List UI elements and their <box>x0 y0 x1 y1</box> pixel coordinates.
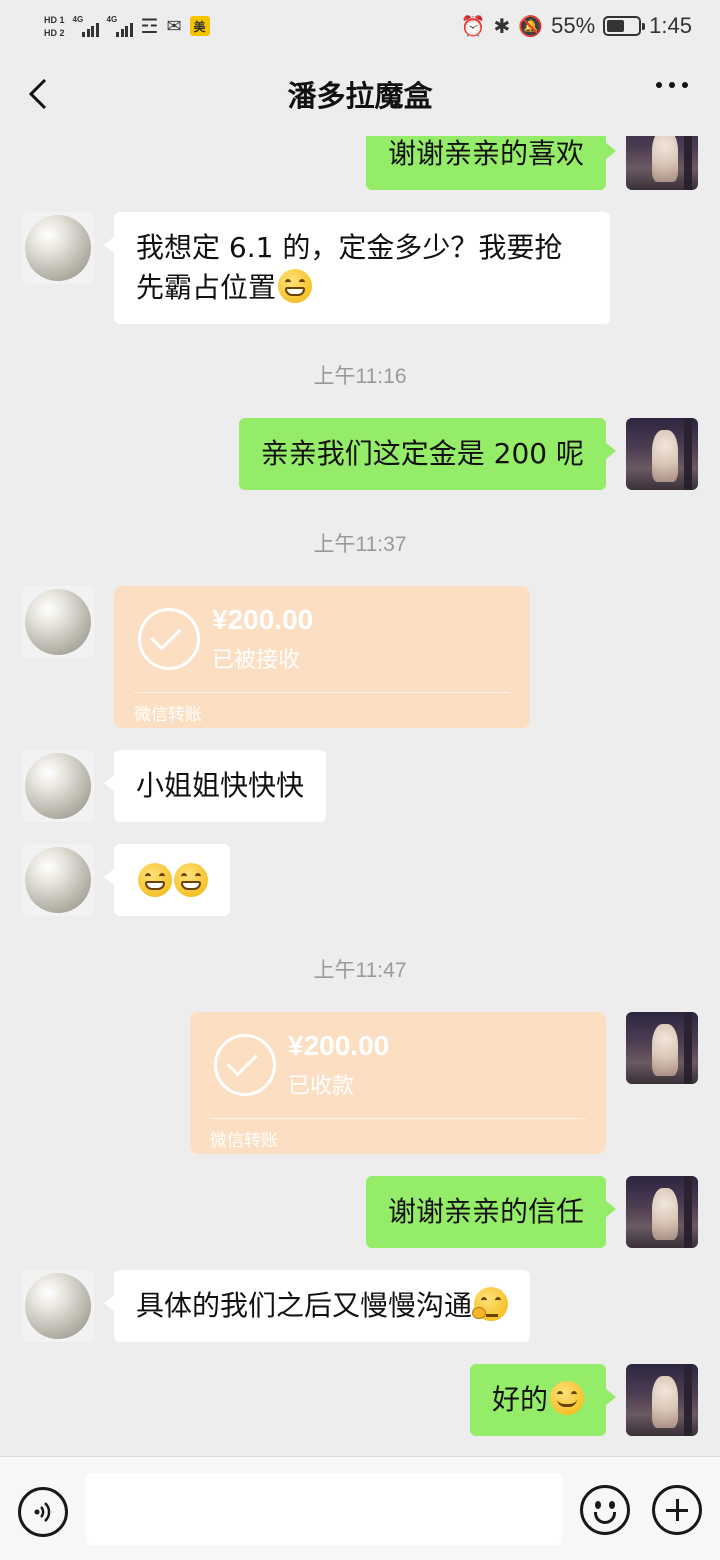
hd2-label: HD 2 <box>44 27 65 38</box>
hd-indicator: HD 1 HD 2 <box>44 15 65 38</box>
transfer-amount: ¥200.00 <box>212 604 314 635</box>
chevron-left-icon <box>28 78 47 110</box>
status-left: HD 1 HD 2 4G 4G ☲ ✉ 美 <box>44 14 210 39</box>
timestamp: 上午11:16 <box>313 365 407 388</box>
contact-avatar[interactable] <box>22 844 94 916</box>
wifi-icon: ☲ <box>140 15 159 38</box>
more-options-button[interactable] <box>656 82 688 88</box>
my-avatar[interactable] <box>626 1364 698 1436</box>
status-right: ⏰ ✱ 🔕 55% 1:45 <box>461 13 692 39</box>
transfer-status: 已收款 <box>288 1074 355 1099</box>
transfer-label: 微信转账 <box>210 1131 278 1151</box>
contact-avatar[interactable] <box>22 1270 94 1342</box>
transfer-divider <box>210 1118 586 1119</box>
message-text: 具体的我们之后又慢慢沟通 <box>136 1289 473 1322</box>
message-bubble[interactable]: 我想定 6.1 的，定金多少？我要抢先霸占位置 <box>104 212 610 324</box>
voice-icon <box>34 1502 51 1522</box>
grin-emoji-icon <box>278 269 313 303</box>
alarm-icon: ⏰ <box>460 15 486 38</box>
smile-emoji-icon <box>550 1381 584 1415</box>
my-avatar[interactable] <box>626 136 698 190</box>
my-avatar[interactable] <box>626 1176 698 1248</box>
timestamp: 上午11:37 <box>313 533 407 556</box>
grin-emoji-icon <box>138 863 172 897</box>
hd1-label: HD 1 <box>44 14 65 25</box>
check-circle-icon <box>214 1034 276 1096</box>
message-bubble[interactable]: 小姐姐快快快 <box>103 750 327 822</box>
message-input[interactable] <box>86 1473 562 1545</box>
battery-icon <box>603 16 646 36</box>
more-actions-button[interactable] <box>652 1485 702 1535</box>
message-text: 小姐姐快快快 <box>136 769 305 802</box>
timestamp: 上午11:47 <box>313 959 407 982</box>
battery-level <box>607 20 624 32</box>
message-text: 我想定 6.1 的，定金多少？我要抢先霸占位置 <box>136 231 563 304</box>
clock: 1:45 <box>649 13 692 38</box>
notification-icon: ✉ <box>166 15 182 36</box>
signal-icon: 4G <box>73 15 99 37</box>
message-text: 谢谢亲亲的喜欢 <box>387 137 584 170</box>
message-bubble[interactable]: 好的 <box>469 1364 617 1436</box>
emoji-button[interactable] <box>580 1485 630 1535</box>
transfer-amount: ¥200.00 <box>288 1030 390 1061</box>
mute-icon: 🔕 <box>518 15 544 38</box>
grin-emoji-icon <box>174 863 208 897</box>
smiley-face-icon <box>594 1512 616 1524</box>
status-bar: HD 1 HD 2 4G 4G ☲ ✉ 美 ⏰ ✱ 🔕 55% 1:45 <box>0 0 720 52</box>
my-avatar[interactable] <box>626 418 698 490</box>
chat-title: 潘多拉魔盒 <box>287 79 433 113</box>
voice-input-button[interactable] <box>18 1487 68 1537</box>
transfer-status: 已被接收 <box>212 648 301 673</box>
message-bubble[interactable]: 谢谢亲亲的喜欢 <box>365 136 617 190</box>
battery-percent: 55% <box>551 13 596 38</box>
transfer-card[interactable]: ¥200.00 已收款 微信转账 <box>190 1012 606 1154</box>
message-bubble[interactable]: 亲亲我们这定金是 200 呢 <box>238 418 617 490</box>
back-button[interactable] <box>20 74 56 114</box>
chat-header: 潘多拉魔盒 <box>0 52 720 136</box>
message-bubble[interactable]: 谢谢亲亲的信任 <box>365 1176 617 1248</box>
signal-icon-2: 4G <box>107 15 133 37</box>
transfer-label: 微信转账 <box>134 705 202 725</box>
check-circle-icon <box>138 608 200 670</box>
contact-avatar[interactable] <box>22 750 94 822</box>
contact-avatar[interactable] <box>22 586 94 658</box>
message-bubble[interactable] <box>104 844 230 916</box>
transfer-card[interactable]: ¥200.00 已被接收 微信转账 <box>114 586 530 728</box>
message-list[interactable]: 谢谢亲亲的喜欢 我想定 6.1 的，定金多少？我要抢先霸占位置 上午11:16 … <box>0 136 720 1456</box>
message-text: 好的 <box>491 1383 548 1416</box>
message-text: 谢谢亲亲的信任 <box>387 1195 584 1228</box>
input-bar <box>0 1456 720 1560</box>
message-text: 亲亲我们这定金是 200 呢 <box>260 437 584 470</box>
transfer-divider <box>134 692 510 693</box>
app-badge-icon: 美 <box>189 16 210 36</box>
contact-avatar[interactable] <box>22 212 94 284</box>
my-avatar[interactable] <box>626 1012 698 1084</box>
thinking-emoji-icon <box>472 1287 509 1321</box>
message-bubble[interactable]: 具体的我们之后又慢慢沟通 <box>103 1270 531 1342</box>
bluetooth-icon: ✱ <box>493 15 511 38</box>
